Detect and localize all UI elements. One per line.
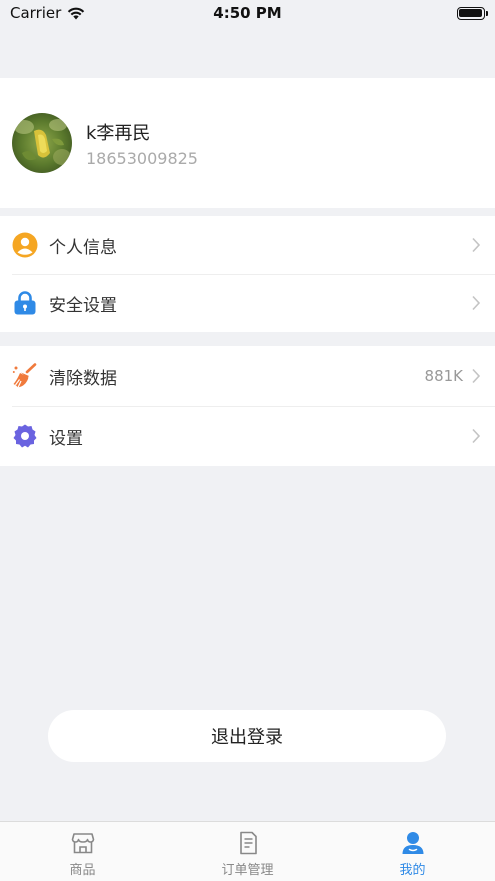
status-time: 4:50 PM bbox=[213, 4, 282, 22]
tab-orders[interactable]: 订单管理 bbox=[165, 822, 330, 881]
menu-item-clear-data[interactable]: 清除数据 881K bbox=[0, 346, 495, 406]
menu-group-account: 个人信息 安全设置 bbox=[0, 216, 495, 332]
status-right bbox=[345, 6, 488, 20]
tab-products[interactable]: 商品 bbox=[0, 822, 165, 881]
broom-icon bbox=[12, 363, 38, 389]
menu-item-label: 安全设置 bbox=[49, 295, 117, 316]
chevron-right-icon bbox=[472, 428, 481, 444]
battery-icon bbox=[456, 6, 488, 20]
menu-item-label: 个人信息 bbox=[49, 237, 117, 258]
person-icon bbox=[402, 832, 423, 854]
menu-item-personal-info[interactable]: 个人信息 bbox=[0, 216, 495, 274]
avatar-image bbox=[12, 113, 72, 173]
wifi-icon bbox=[68, 7, 85, 19]
chevron-right-icon bbox=[472, 237, 481, 253]
tab-label: 我的 bbox=[399, 863, 426, 878]
profile-text: k李再民 18653009825 bbox=[86, 119, 198, 168]
menu-item-label: 设置 bbox=[49, 428, 83, 449]
menu-item-settings[interactable]: 设置 bbox=[0, 406, 495, 466]
tab-mine[interactable]: 我的 bbox=[330, 822, 495, 881]
menu-group-app: 清除数据 881K 设置 bbox=[0, 346, 495, 466]
cache-size-value: 881K bbox=[424, 367, 463, 385]
chevron-right-icon bbox=[472, 295, 481, 311]
profile-card[interactable]: k李再民 18653009825 bbox=[0, 78, 495, 208]
menu-item-label: 清除数据 bbox=[49, 368, 117, 389]
status-left: Carrier bbox=[10, 4, 150, 22]
screen: Carrier 4:50 PM k李再民 18653009825 个人信息 安全… bbox=[0, 0, 495, 881]
avatar[interactable] bbox=[12, 113, 72, 173]
menu-item-security[interactable]: 安全设置 bbox=[0, 274, 495, 332]
status-bar: Carrier 4:50 PM bbox=[0, 0, 495, 26]
carrier-label: Carrier bbox=[10, 4, 62, 22]
document-icon bbox=[239, 831, 257, 855]
gear-icon bbox=[12, 423, 38, 449]
tab-label: 订单管理 bbox=[221, 863, 274, 878]
tab-label: 商品 bbox=[69, 863, 96, 878]
profile-name: k李再民 bbox=[86, 122, 151, 144]
chevron-right-icon bbox=[472, 368, 481, 384]
tab-bar: 商品 订单管理 我的 bbox=[0, 821, 495, 881]
user-circle-icon bbox=[12, 232, 38, 258]
lock-icon bbox=[12, 290, 38, 316]
logout-button[interactable]: 退出登录 bbox=[48, 710, 446, 762]
store-icon bbox=[71, 833, 94, 854]
profile-phone: 18653009825 bbox=[86, 148, 198, 168]
